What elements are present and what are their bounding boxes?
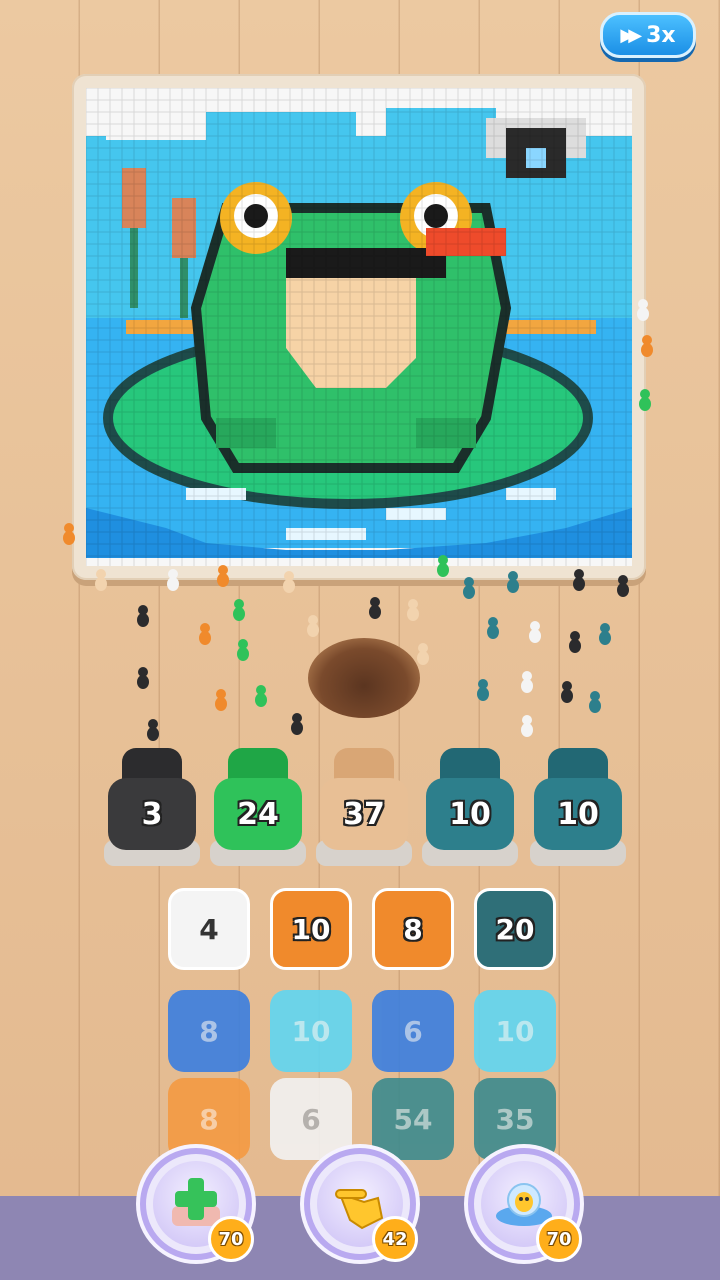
tile: 10 <box>474 990 556 1072</box>
bin[interactable]: 3 <box>104 748 200 866</box>
tan-ant-icon <box>307 615 319 637</box>
orange-ant-icon <box>217 565 229 587</box>
white-ant-icon <box>167 569 179 591</box>
speed-label: 3x <box>646 22 676 48</box>
teal-ant-icon <box>463 577 475 599</box>
orange-ant-icon <box>215 689 227 711</box>
green-ant-icon <box>255 685 267 707</box>
cost-badge: 70 <box>536 1216 582 1262</box>
bin[interactable]: 37 <box>316 748 412 866</box>
tan-ant-icon <box>95 569 107 591</box>
bin[interactable]: 10 <box>422 748 518 866</box>
black-ant-icon <box>573 569 585 591</box>
cost-badge: 70 <box>208 1216 254 1262</box>
green-ant-icon <box>233 599 245 621</box>
add-slot-booster-button[interactable]: 70 <box>140 1148 254 1262</box>
green-ant-icon <box>639 389 651 411</box>
teal-ant-icon <box>589 691 601 713</box>
green-ant-icon <box>437 555 449 577</box>
ant-hole <box>308 638 420 718</box>
white-ant-icon <box>529 621 541 643</box>
black-ant-icon <box>369 597 381 619</box>
white-ant-icon <box>637 299 649 321</box>
green-ant-icon <box>237 639 249 661</box>
bin[interactable]: 24 <box>210 748 306 866</box>
tan-ant-icon <box>283 571 295 593</box>
black-ant-icon <box>137 667 149 689</box>
bin-count: 10 <box>534 778 622 850</box>
teal-ant-icon <box>599 623 611 645</box>
bin-count: 24 <box>214 778 302 850</box>
tile: 54 <box>372 1078 454 1160</box>
teal-ant-icon <box>487 617 499 639</box>
orange-ant-icon <box>199 623 211 645</box>
tile[interactable]: 20 <box>474 888 556 970</box>
cost-badge: 42 <box>372 1216 418 1262</box>
fast-forward-icon: ▶▶ <box>620 24 642 46</box>
black-ant-icon <box>291 713 303 735</box>
black-ant-icon <box>561 681 573 703</box>
white-ant-icon <box>521 715 533 737</box>
tile: 8 <box>168 990 250 1072</box>
tile[interactable]: 8 <box>372 888 454 970</box>
pixel-frog-icon <box>86 88 632 566</box>
speed-button[interactable]: ▶▶ 3x <box>600 12 696 58</box>
black-ant-icon <box>617 575 629 597</box>
tile: 6 <box>372 990 454 1072</box>
black-ant-icon <box>569 631 581 653</box>
ufo-booster-button[interactable]: 70 <box>468 1148 582 1262</box>
hand-booster-button[interactable]: 42 <box>304 1148 418 1262</box>
tan-ant-icon <box>407 599 419 621</box>
black-ant-icon <box>137 605 149 627</box>
tile: 10 <box>270 990 352 1072</box>
tile: 6 <box>270 1078 352 1160</box>
pixel-art-board <box>72 74 646 580</box>
tile: 8 <box>168 1078 250 1160</box>
bin-count: 3 <box>108 778 196 850</box>
tile[interactable]: 4 <box>168 888 250 970</box>
tile[interactable]: 10 <box>270 888 352 970</box>
orange-ant-icon <box>641 335 653 357</box>
orange-ant-icon <box>63 523 75 545</box>
teal-ant-icon <box>477 679 489 701</box>
white-ant-icon <box>521 671 533 693</box>
black-ant-icon <box>147 719 159 741</box>
bin[interactable]: 10 <box>530 748 626 866</box>
bin-count: 37 <box>320 778 408 850</box>
teal-ant-icon <box>507 571 519 593</box>
ant-bins: 3 24 37 10 10 <box>0 748 720 868</box>
bin-count: 10 <box>426 778 514 850</box>
